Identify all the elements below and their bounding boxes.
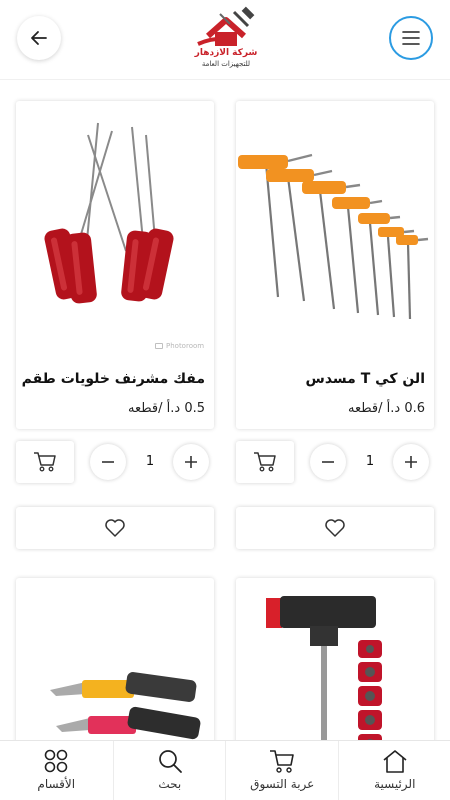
heart-icon xyxy=(325,519,345,537)
hamburger-menu-icon xyxy=(402,31,420,45)
product-name: مفك مشرنف خلويات طقم xyxy=(21,371,205,387)
home-icon xyxy=(383,750,407,773)
company-logo: شركة الازدهار للتجهيزات العامة xyxy=(190,6,262,72)
add-to-cart-button[interactable] xyxy=(16,441,74,483)
nav-search[interactable]: بحث xyxy=(112,741,226,800)
bottom-navigation: الأقسام بحث عربة التسوق الرئيسية xyxy=(0,740,450,800)
heart-icon xyxy=(105,519,125,537)
photoroom-watermark: Photoroom xyxy=(155,342,204,350)
quantity-value: 1 xyxy=(365,454,375,469)
add-to-favorites-button[interactable] xyxy=(236,507,434,549)
arrow-left-icon xyxy=(31,31,47,45)
menu-button[interactable] xyxy=(389,16,433,60)
nav-label: بحث xyxy=(158,777,182,791)
product-image xyxy=(236,101,434,363)
nav-label: الرئيسية xyxy=(374,777,416,791)
watermark-text: Photoroom xyxy=(166,342,205,350)
logo-house-tools-icon xyxy=(197,6,255,46)
screwdriver-set-image xyxy=(44,122,174,304)
minus-icon xyxy=(322,461,334,463)
add-to-favorites-button[interactable] xyxy=(16,507,214,549)
product-image xyxy=(16,101,214,363)
add-to-cart-button[interactable] xyxy=(236,441,294,483)
product-price: 0.6 د.أ /قطعه xyxy=(348,401,425,416)
categories-grid-icon xyxy=(44,749,68,773)
decrease-quantity-button[interactable] xyxy=(90,444,126,480)
t-handle-hex-keys-image xyxy=(238,153,429,320)
increase-quantity-button[interactable] xyxy=(393,444,429,480)
header-divider xyxy=(0,79,450,80)
plus-icon xyxy=(185,456,197,468)
minus-icon xyxy=(102,461,114,463)
product-name: الن كي T مسدس xyxy=(305,371,425,387)
cart-icon xyxy=(270,750,295,773)
logo-line2: للتجهيزات العامة xyxy=(201,60,251,68)
logo-line1: شركة الازدهار xyxy=(194,48,258,58)
app-header: شركة الازدهار للتجهيزات العامة xyxy=(0,0,450,80)
quantity-value: 1 xyxy=(145,454,155,469)
nav-label: الأقسام xyxy=(37,777,76,791)
product-card[interactable]: Photoroom مفك مشرنف خلويات طقم 0.5 د.أ /… xyxy=(16,101,214,429)
nav-cart[interactable]: عربة التسوق xyxy=(225,741,338,800)
increase-quantity-button[interactable] xyxy=(173,444,209,480)
nav-label: عربة التسوق xyxy=(250,777,315,791)
plus-icon xyxy=(405,456,417,468)
decrease-quantity-button[interactable] xyxy=(310,444,346,480)
product-price: 0.5 د.أ /قطعه xyxy=(128,401,205,416)
search-icon xyxy=(158,750,182,773)
cart-icon xyxy=(34,452,56,472)
cart-icon xyxy=(254,452,276,472)
back-button[interactable] xyxy=(17,16,61,60)
product-card[interactable]: الن كي T مسدس 0.6 د.أ /قطعه xyxy=(236,101,434,429)
nav-home[interactable]: الرئيسية xyxy=(337,741,450,800)
nav-categories[interactable]: الأقسام xyxy=(0,741,113,800)
